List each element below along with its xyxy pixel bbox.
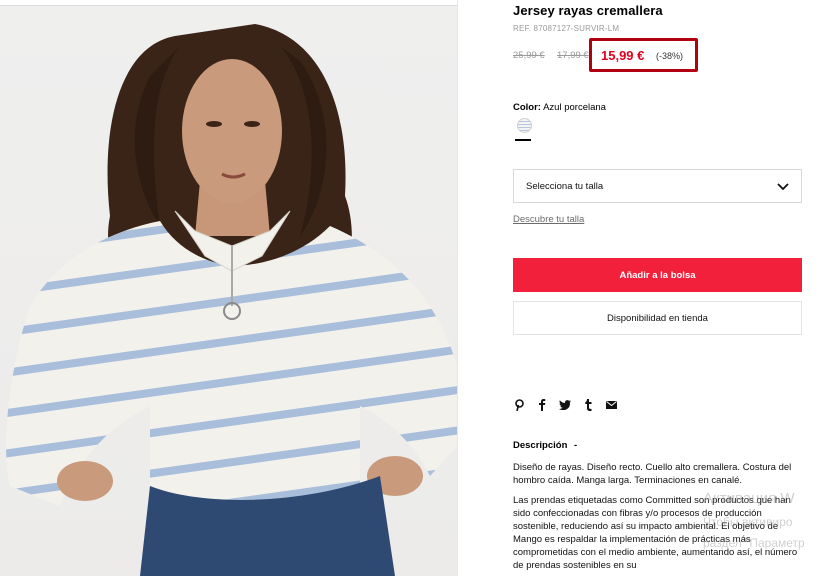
color-info: Color: Azul porcelana (513, 102, 606, 113)
facebook-icon[interactable] (536, 398, 548, 412)
size-select-label: Selecciona tu talla (526, 181, 604, 192)
product-ref: REF. 87087127-SURVIR-LM (513, 24, 620, 33)
previous-price: 17,99 € (557, 50, 589, 61)
color-label: Color: (513, 102, 541, 113)
chevron-down-icon (777, 183, 789, 191)
tumblr-icon[interactable] (582, 398, 594, 412)
store-availability-button[interactable]: Disponibilidad en tienda (513, 301, 802, 335)
color-value: Azul porcelana (543, 102, 606, 113)
swatch-selected-indicator (515, 139, 531, 141)
description-heading[interactable]: Descripción - (513, 440, 577, 451)
size-select[interactable]: Selecciona tu talla (513, 169, 802, 203)
image-divider (457, 0, 458, 576)
activation-watermark-line2: Чтобы активиро (703, 515, 793, 529)
product-title: Jersey rayas cremallera (513, 3, 663, 18)
description-title: Descripción (513, 440, 568, 451)
share-icons (513, 398, 617, 412)
add-to-bag-button[interactable]: Añadir a la bolsa (513, 258, 802, 292)
color-swatch[interactable] (517, 118, 532, 133)
original-price: 25,99 € (513, 50, 545, 61)
description-toggle: - (574, 440, 578, 451)
product-image[interactable] (0, 6, 457, 576)
activation-watermark-line3: раздел "Параметр (703, 536, 805, 550)
email-icon[interactable] (605, 398, 617, 412)
discount-badge: (-38%) (656, 51, 684, 61)
activation-watermark-line1: Активация W (703, 490, 795, 507)
size-guide-link[interactable]: Descubre tu talla (513, 214, 584, 225)
twitter-icon[interactable] (559, 398, 571, 412)
description-text: Diseño de rayas. Diseño recto. Cuello al… (513, 462, 792, 486)
current-price: 15,99 € (601, 48, 645, 63)
pinterest-icon[interactable] (513, 398, 525, 412)
